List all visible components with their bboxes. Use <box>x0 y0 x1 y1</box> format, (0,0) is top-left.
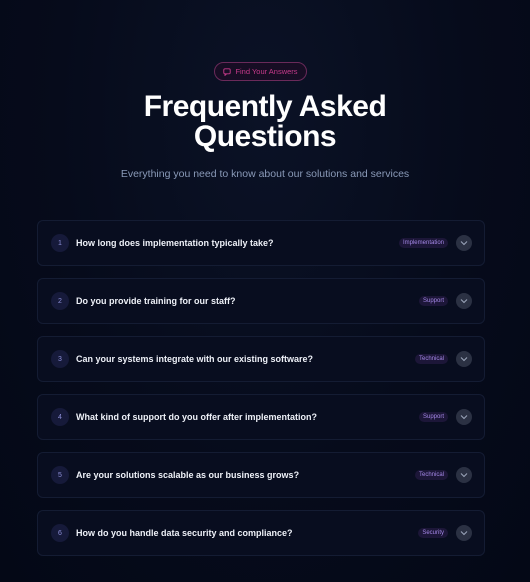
faq-tag: Implementation <box>398 238 448 248</box>
faq-question: What kind of support do you offer after … <box>76 412 317 422</box>
chevron-down-icon[interactable] <box>456 235 472 251</box>
faq-tag: Support <box>418 412 448 422</box>
faq-item[interactable]: 3 Can your systems integrate with our ex… <box>37 336 485 382</box>
faq-item[interactable]: 5 Are your solutions scalable as our bus… <box>37 452 485 498</box>
faq-number: 5 <box>51 466 69 484</box>
chevron-down-icon[interactable] <box>456 293 472 309</box>
find-answers-badge: Find Your Answers <box>214 62 307 81</box>
faq-item[interactable]: 6 How do you handle data security and co… <box>37 510 485 556</box>
page-title: Frequently Asked Questions <box>0 92 530 152</box>
faq-item[interactable]: 2 Do you provide training for our staff?… <box>37 278 485 324</box>
badge-label: Find Your Answers <box>235 67 298 76</box>
faq-list: 1 How long does implementation typically… <box>37 220 485 568</box>
title-line-1: Frequently Asked <box>143 90 387 123</box>
faq-tag: Security <box>418 528 448 538</box>
faq-page: Find Your Answers Frequently Asked Quest… <box>0 0 530 582</box>
faq-number: 2 <box>51 292 69 310</box>
faq-item[interactable]: 1 How long does implementation typically… <box>37 220 485 266</box>
faq-question: Do you provide training for our staff? <box>76 296 236 306</box>
faq-number: 1 <box>51 234 69 252</box>
chat-bubble-icon <box>223 67 232 76</box>
chevron-down-icon[interactable] <box>456 409 472 425</box>
faq-question: Can your systems integrate with our exis… <box>76 354 314 364</box>
faq-number: 4 <box>51 408 69 426</box>
chevron-down-icon[interactable] <box>456 467 472 483</box>
faq-item[interactable]: 4 What kind of support do you offer afte… <box>37 394 485 440</box>
faq-tag: Support <box>418 296 448 306</box>
faq-tag: Technical <box>414 354 448 364</box>
page-subtitle: Everything you need to know about our so… <box>120 168 410 180</box>
faq-tag: Technical <box>414 470 448 480</box>
title-line-2: Questions <box>193 120 337 153</box>
faq-question: Are your solutions scalable as our busin… <box>76 470 300 480</box>
faq-number: 3 <box>51 350 69 368</box>
faq-question: How long does implementation typically t… <box>76 238 274 248</box>
chevron-down-icon[interactable] <box>456 525 472 541</box>
faq-number: 6 <box>51 524 69 542</box>
faq-question: How do you handle data security and comp… <box>76 528 293 538</box>
chevron-down-icon[interactable] <box>456 351 472 367</box>
